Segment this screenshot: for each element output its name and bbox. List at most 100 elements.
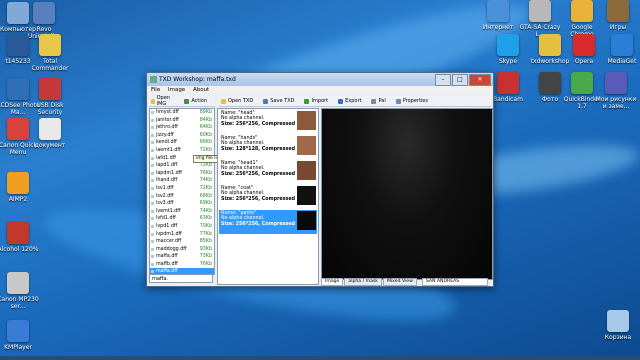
desktop-icon-image [571,0,593,22]
file-list-item[interactable]: maccer.dff 85Kb [150,238,214,246]
file-list-item[interactable]: maffb.dff 76Kb [150,261,214,269]
file-name: lvfd1.dff [156,216,176,222]
desktop-icon[interactable]: документ [28,118,72,149]
file-list-item[interactable]: lapdm1.dff 76Kb [150,170,214,178]
file-size: 73Kb [199,254,212,260]
desktop-icon-label: Мои рисунки и заме... [595,96,637,110]
file-list-item[interactable]: hmyst.dff 89Kb [150,109,214,117]
texture-thumbnail [297,186,316,205]
desktop-icon[interactable]: MediaGet [600,34,640,65]
menu-about[interactable]: About [193,87,209,93]
file-list-item[interactable]: laemt1.dff 72Kb [150,147,214,155]
file-list-item[interactable]: lsv3.dff 69Kb [150,200,214,208]
filter-input[interactable]: maffa. [149,274,213,283]
pal-button[interactable]: Pal [369,98,387,104]
file-size: 60Kb [199,132,212,138]
desktop-icon-image [607,0,629,22]
desktop-icon-label: Canon MP230 ser... [0,296,39,310]
window-titlebar[interactable]: TXD Workshop: maffa.txd – □ ✕ [147,73,493,86]
txd-workshop-window: TXD Workshop: maffa.txd – □ ✕ File Image… [146,72,494,287]
file-list-item[interactable]: lvpd1.dff 70Kb [150,223,214,231]
import-icon [304,98,310,104]
desktop-icon[interactable]: KMPlayer [0,320,40,351]
file-size: 64Kb [199,125,212,131]
desktop-icon-image [611,34,633,56]
save-txd-button[interactable]: Save TXD [261,98,296,104]
texture-list[interactable]: Name: "head" No alpha channel. Size: 256*2… [217,108,319,285]
desktop-icon[interactable]: Canon MP230 ser... [0,272,40,310]
file-list-item[interactable]: kendl.dff 66Kb [150,139,214,147]
desktop-icon-image [571,72,593,94]
open-txd-button[interactable]: Open TXD [219,98,255,104]
folder-icon [221,98,226,104]
file-list-item[interactable]: maffa.dff 73Kb [150,253,214,261]
texture-list-item[interactable]: Name: "head" No alpha channel. Size: 256*2… [219,110,317,134]
desktop-icon[interactable]: AIMP2 [0,172,40,203]
desktop-icon[interactable]: Мои рисунки и заме... [594,72,638,110]
desktop-icon-label: AIMP2 [8,196,28,203]
arrow-icon [371,98,377,104]
desktop-icon-image [39,34,61,56]
minimize-button[interactable]: – [435,74,451,86]
file-size: 72Kb [199,163,212,169]
preview-tabs: Image alpha / mask Mixed View SAN ANDREA… [321,277,489,286]
import-button[interactable]: Import [302,98,330,104]
close-button[interactable]: ✕ [469,74,491,86]
file-name: jethro.dff [156,125,178,131]
file-list-item[interactable]: lvfd1.dff 63Kb [150,215,214,223]
desktop-icon[interactable]: Игры [596,0,640,31]
tab-mixed-view[interactable]: Mixed View [382,277,417,286]
desktop-icon-image [607,310,629,332]
file-name: lapdm1.dff [156,170,182,176]
desktop-icon[interactable]: Skype [486,34,530,65]
desktop-icon-label: MediaGet [607,58,637,65]
file-list-item[interactable]: lhand.dff 74Kb [150,177,214,185]
file-name: kendl.dff [156,140,177,146]
tab-alpha-mask[interactable]: alpha / mask [344,277,382,286]
menu-image[interactable]: Image [168,87,185,93]
action-button[interactable]: Action [182,98,209,104]
desktop-icon-image [39,118,61,140]
properties-button[interactable]: Properties [394,98,430,104]
file-list-item[interactable]: lvemt1.dff 74Kb [150,208,214,216]
desktop-icon-image [573,34,595,56]
file-size: 76Kb [199,170,212,176]
tab-image[interactable]: Image [321,277,344,286]
texture-list-item[interactable]: Name: "hands" No alpha channel. Size: 128*… [219,135,317,159]
texture-list-item[interactable]: Name: "coat" No alpha channel. Size: 256*2… [219,185,317,209]
main-toolbar: Open TXD Save TXD Import Export Pal Prop… [219,96,491,107]
desktop-icon[interactable]: Alcohol 120% [0,222,40,253]
file-list-item[interactable]: lapd1.dff 72Kb [150,162,214,170]
texture-list-item[interactable]: Name: "pants" No alpha channel. Size: 256*… [219,210,317,234]
desktop-icon-label: Корзина [604,334,632,341]
game-select[interactable]: SAN ANDREAS [421,277,488,286]
desktop-icon[interactable]: Total Commander [28,34,72,72]
file-size: 85Kb [199,239,212,245]
desktop-icon-image [7,78,29,100]
texture-list-item[interactable]: Name: "head1" No alpha channel. Size: 256*… [219,160,317,184]
img-file-list[interactable]: hmyst.dff 89Kb janitor.dff 84Kb jethro.dff 64… [149,108,215,275]
desktop-icon-image [7,118,29,140]
desktop-icon[interactable]: GTA-SA Crazy L... [518,0,562,38]
file-list-item[interactable]: lsv1.dff 72Kb [150,185,214,193]
file-list-item[interactable]: lvpdm1.dff 77Kb [150,231,214,239]
desktop-icon[interactable]: USB Disk Security [28,78,72,116]
desktop-icon-label: документ [34,142,66,149]
file-list-item[interactable]: jethro.dff 64Kb [150,124,214,132]
action-icon [184,98,190,104]
file-list-item[interactable]: jizzy.dff 60Kb [150,132,214,140]
file-list-item[interactable]: lsv2.dff 68Kb [150,193,214,201]
maximize-button[interactable]: □ [452,74,468,86]
desktop-icon[interactable]: Интернет [476,0,520,31]
file-list-item[interactable]: janitor.dff 84Kb [150,117,214,125]
desktop-icon[interactable]: Корзина [596,310,640,341]
file-list-item[interactable]: maddogg.dff 93Kb [150,246,214,254]
window-title: TXD Workshop: maffa.txd [159,76,236,83]
file-name: lsv3.dff [156,201,174,207]
export-button[interactable]: Export [336,98,363,104]
open-img-button[interactable]: Open IMG [149,95,176,107]
file-name: lafd1.dff [156,155,176,161]
menu-file[interactable]: File [151,87,160,93]
file-name: maffb.dff [156,261,178,267]
file-name: lvpdm1.dff [156,231,182,237]
